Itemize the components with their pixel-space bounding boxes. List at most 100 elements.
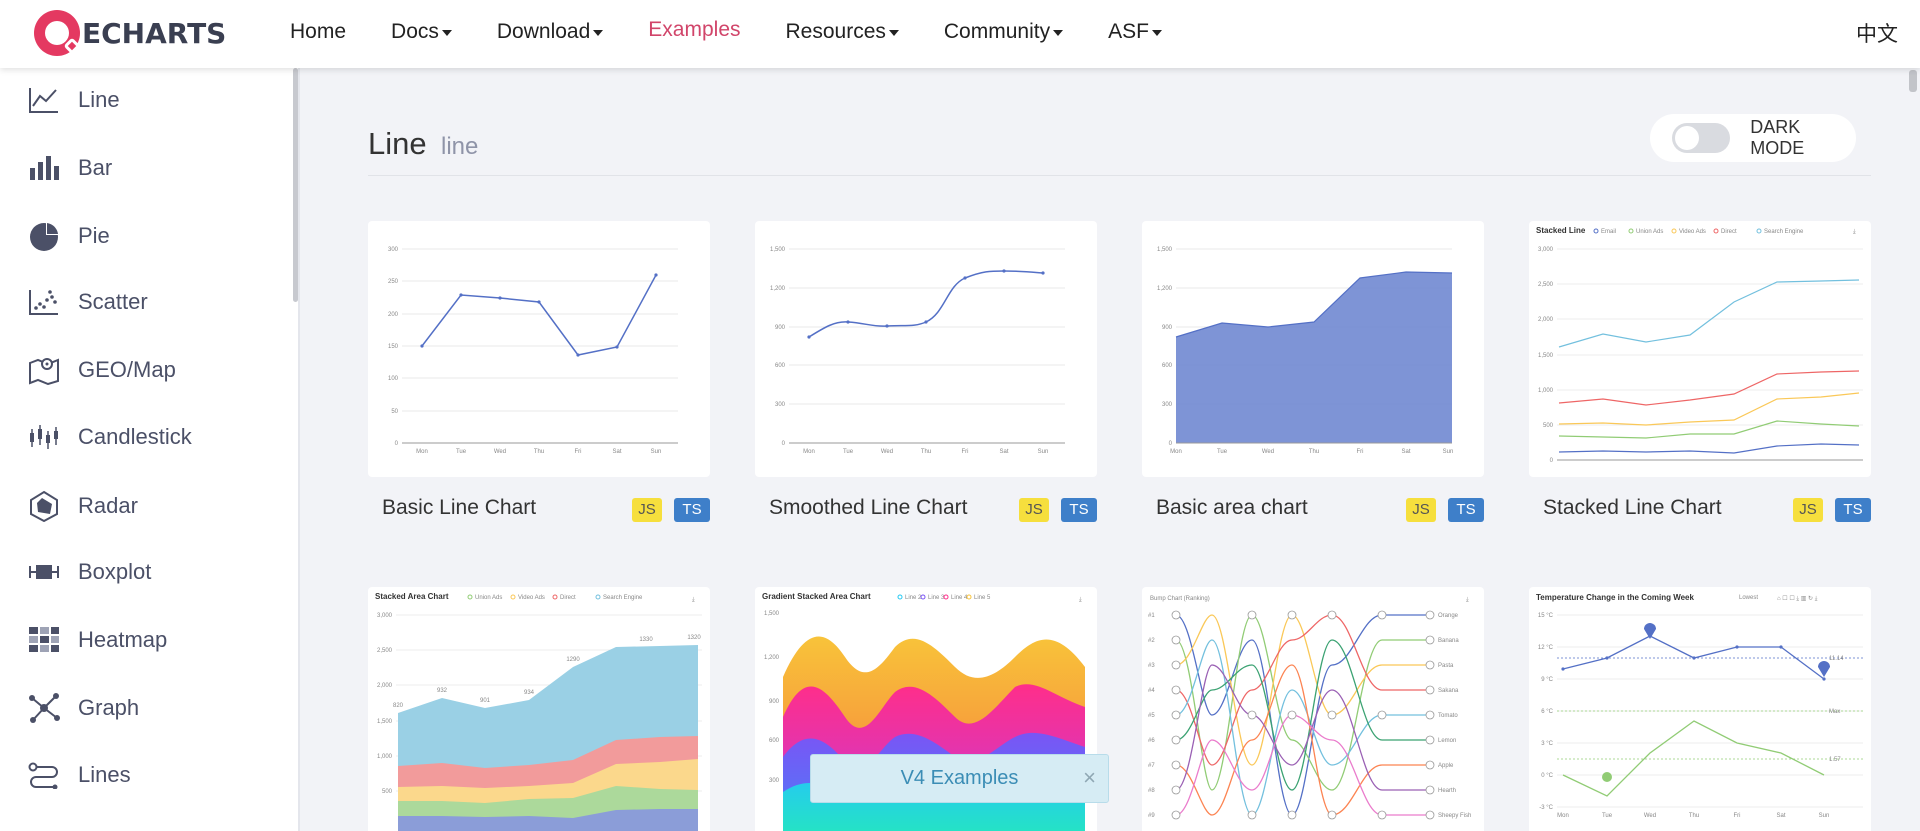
y-tick: 2,500 [377, 648, 393, 654]
page-title: Line [368, 126, 427, 161]
example-card-stacked-area[interactable]: Stacked Area Chart Union Ads Video Ads D… [368, 587, 710, 831]
y-tick: 250 [388, 279, 399, 285]
download-icon: ⤓ [692, 596, 695, 603]
ts-badge[interactable]: TS [1835, 498, 1871, 522]
js-badge[interactable]: JS [632, 498, 662, 522]
v4-examples-link[interactable]: V4 Examples [901, 767, 1019, 790]
y-tick: 300 [775, 402, 786, 408]
rank-label: #1 [1148, 613, 1155, 619]
mark-label: 11.14 [1829, 656, 1844, 662]
ts-badge[interactable]: TS [1448, 498, 1484, 522]
nav-home[interactable]: Home [290, 20, 346, 44]
example-card-stacked-line[interactable]: Stacked Line Email Union Ads Video Ads D… [1529, 221, 1871, 477]
toggle-switch[interactable] [1672, 123, 1731, 153]
sidebar-item-radar[interactable]: Radar [28, 486, 138, 526]
close-icon[interactable]: × [1083, 765, 1096, 791]
legend-item: Line 5 [974, 595, 991, 601]
sidebar-item-graph[interactable]: Graph [28, 688, 139, 728]
example-card-smoothed-line[interactable]: 0 300 600 900 1,200 1,500 Mon Tue Wed Th… [755, 221, 1097, 477]
y-tick: 0 [782, 441, 786, 447]
nav-asf[interactable]: ASF [1108, 20, 1162, 44]
sidebar-item-heatmap[interactable]: Heatmap [28, 620, 167, 660]
y-tick: 15 °C [1538, 613, 1554, 619]
legend-item: Union Ads [1636, 229, 1663, 235]
bump-chart-thumbnail: Bump Chart (Ranking) ⤓ #1 #2 #3 #4 #5 #6… [1148, 596, 1471, 820]
y-tick: 500 [1543, 423, 1554, 429]
js-badge[interactable]: JS [1019, 498, 1049, 522]
sidebar-item-bar[interactable]: Bar [28, 148, 112, 188]
card-title[interactable]: Basic area chart [1156, 496, 1308, 520]
series-label: Banana [1438, 638, 1459, 644]
sidebar-item-partial[interactable] [28, 820, 78, 831]
sidebar-item-pie[interactable]: Pie [28, 216, 110, 256]
sidebar-item-label: Heatmap [78, 627, 168, 652]
y-tick: 500 [382, 789, 393, 795]
echarts-logo[interactable]: ECHARTS [34, 6, 226, 60]
x-tick: Fri [1357, 449, 1364, 455]
nav-docs[interactable]: Docs [391, 20, 452, 44]
card-title[interactable]: Basic Line Chart [382, 496, 536, 520]
sidebar-item-line[interactable]: Line [28, 80, 120, 120]
legend-item: Line 2 [905, 595, 922, 601]
x-tick: Wed [881, 449, 893, 455]
series-label: Lemon [1438, 738, 1456, 744]
x-tick: Sun [1038, 449, 1049, 455]
nav-resources[interactable]: Resources [786, 20, 899, 44]
series-label: Hearth [1438, 788, 1456, 794]
x-tick: Mon [803, 449, 815, 455]
x-tick: Sun [651, 449, 662, 455]
series-label: Sakana [1438, 688, 1459, 694]
sidebar-item-candlestick[interactable]: Candlestick [28, 417, 192, 457]
scatter-chart-icon [28, 286, 60, 318]
y-tick: 1,500 [764, 611, 780, 617]
y-tick: 1,200 [770, 286, 786, 292]
download-icon: ⤓ [1853, 228, 1856, 235]
card-title[interactable]: Smoothed Line Chart [769, 496, 967, 520]
x-tick: Fri [1734, 813, 1741, 819]
x-tick: Thu [1309, 449, 1319, 455]
y-tick: 600 [1162, 363, 1173, 369]
map-icon [28, 354, 60, 386]
smoothed-line-thumbnail: 0 300 600 900 1,200 1,500 Mon Tue Wed Th… [770, 247, 1065, 455]
y-tick: 300 [388, 247, 399, 253]
y-tick: 1,500 [1157, 247, 1173, 253]
example-card-temperature[interactable]: Temperature Change in the Coming Week Lo… [1529, 587, 1871, 831]
example-card-bump-chart[interactable]: Bump Chart (Ranking) ⤓ #1 #2 #3 #4 #5 #6… [1142, 587, 1484, 831]
series-label: Orange [1438, 613, 1459, 619]
y-tick: 300 [1162, 402, 1173, 408]
sidebar: Line Bar Pie Scatter GEO/Map Candlestick [0, 68, 300, 831]
sidebar-item-lines[interactable]: Lines [28, 755, 131, 795]
js-badge[interactable]: JS [1406, 498, 1436, 522]
y-tick: 2,500 [1538, 282, 1554, 288]
chevron-down-icon [888, 30, 899, 36]
nav-examples[interactable]: Examples [648, 18, 740, 42]
legend-item: Email [1601, 229, 1616, 235]
sidebar-item-label: Scatter [78, 289, 148, 314]
x-tick: Sat [999, 449, 1008, 455]
y-tick: 1,200 [764, 655, 780, 661]
sidebar-item-geo-map[interactable]: GEO/Map [28, 350, 176, 390]
chevron-down-icon [1053, 30, 1064, 36]
ts-badge[interactable]: TS [1061, 498, 1097, 522]
nav-community[interactable]: Community [944, 20, 1064, 44]
thumb-title: Temperature Change in the Coming Week [1536, 593, 1695, 602]
x-tick: Mon [1557, 813, 1569, 819]
x-tick: Sun [1819, 813, 1830, 819]
sidebar-item-boxplot[interactable]: Boxplot [28, 552, 151, 592]
language-switch[interactable]: 中文 [1856, 18, 1898, 48]
data-label: 1290 [566, 657, 580, 663]
sidebar-item-label: Line [78, 87, 120, 112]
nav-download[interactable]: Download [497, 20, 604, 44]
page-scrollbar[interactable] [1909, 70, 1917, 92]
card-title[interactable]: Stacked Line Chart [1543, 496, 1722, 520]
sidebar-item-scatter[interactable]: Scatter [28, 282, 148, 322]
y-tick: 900 [1162, 325, 1173, 331]
example-card-basic-area[interactable]: 0 300 600 900 1,200 1,500 Mon Tue Wed Th… [1142, 221, 1484, 477]
y-tick: 3 °C [1541, 741, 1553, 747]
ts-badge[interactable]: TS [674, 498, 710, 522]
js-badge[interactable]: JS [1793, 498, 1823, 522]
example-card-basic-line[interactable]: 0 50 100 150 200 250 300 Mon Tue Wed Thu… [368, 221, 710, 477]
heatmap-icon [28, 624, 60, 656]
y-tick: 0 [1169, 441, 1173, 447]
dark-mode-toggle[interactable]: DARK MODE [1650, 114, 1856, 162]
